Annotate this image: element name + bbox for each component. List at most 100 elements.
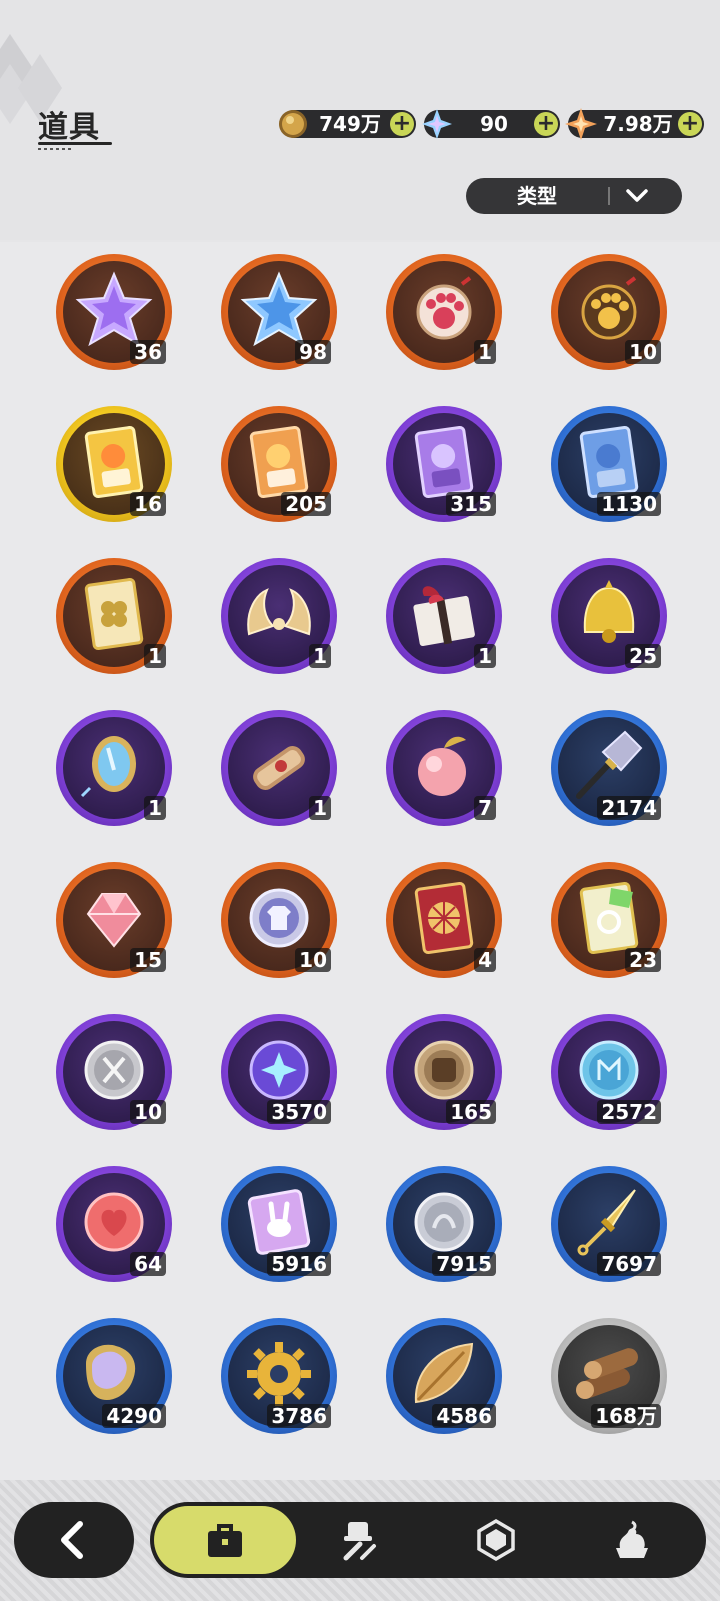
currency-crystal: 90 + [422,109,560,139]
inventory-item[interactable]: 4290 [56,1318,172,1434]
title-dots [38,148,72,150]
inventory-item[interactable]: 10 [551,254,667,370]
scroll-icon [253,746,305,790]
heart-coin-icon [84,1192,144,1252]
inventory-item[interactable]: 16 [56,406,172,522]
page-title: 道具 [38,110,100,145]
star-gem-icon [565,108,597,140]
item-count: 7915 [432,1252,496,1276]
item-count: 2174 [597,796,661,820]
item-count: 315 [446,492,496,516]
item-count: 64 [130,1252,166,1276]
item-count: 10 [295,948,331,972]
inventory-item[interactable]: 168万 [551,1318,667,1434]
header: 道具 749万 + 90 + 7.98万 + 类型 [0,0,720,240]
add-star-gem-button[interactable]: + [678,112,702,136]
inventory-item[interactable]: 10 [221,862,337,978]
item-count: 10 [625,340,661,364]
inventory-item[interactable]: 1130 [551,406,667,522]
shovel-icon [576,730,643,799]
item-count: 7 [474,796,496,820]
gold-coin-icon [279,110,307,138]
red-paw-charm-icon [416,276,472,340]
item-count: 3570 [267,1100,331,1124]
currency-gold-value: 749万 [319,112,381,136]
inventory-item[interactable]: 1 [221,710,337,826]
inventory-item[interactable]: 36 [56,254,172,370]
purple-character-card-icon [414,425,474,499]
inventory-item[interactable]: 205 [221,406,337,522]
item-count: 23 [625,948,661,972]
type-filter-dropdown[interactable]: 类型 [466,178,682,214]
inventory-item[interactable]: 315 [386,406,502,522]
inventory-item[interactable]: 1 [56,710,172,826]
inventory-item[interactable]: 4586 [386,1318,502,1434]
item-count: 1 [474,644,496,668]
crystal-icon [422,109,452,139]
currency-crystal-value: 90 [480,112,508,136]
orange-character-card-icon [249,425,309,499]
gold-character-card-icon [84,425,144,499]
hexagon-gem-icon[interactable] [474,1518,518,1562]
golden-horns-icon [247,588,311,636]
inventory-item[interactable]: 7 [386,710,502,826]
inventory-item[interactable]: 2572 [551,1014,667,1130]
inventory-item[interactable]: 3786 [221,1318,337,1434]
gift-box-icon [413,586,475,647]
back-button[interactable] [14,1502,134,1578]
item-count: 25 [625,644,661,668]
inventory-item[interactable]: 15 [56,862,172,978]
item-count: 7697 [597,1252,661,1276]
inventory-item[interactable]: 64 [56,1166,172,1282]
item-count: 36 [130,340,166,364]
add-crystal-button[interactable]: + [534,112,558,136]
gear-icon [247,1342,311,1406]
peach-icon [418,736,466,796]
inventory-item[interactable]: 1 [221,558,337,674]
item-count: 205 [281,492,331,516]
inventory-item[interactable]: 4 [386,862,502,978]
inventory-item[interactable]: 1 [386,558,502,674]
silver-coin-icon [414,1192,474,1252]
blue-crystal-star-icon [240,271,318,347]
golden-bell-icon [583,580,635,643]
inventory-item[interactable]: 3570 [221,1014,337,1130]
scissors-coin-icon [84,1040,144,1100]
inventory-item[interactable]: 7915 [386,1166,502,1282]
inventory-item[interactable]: 1 [386,254,502,370]
title-underline [38,142,112,145]
inventory-item[interactable]: 165 [386,1014,502,1130]
outfit-token-icon [249,888,309,948]
rune-coin-icon [579,1040,639,1100]
bag-icon[interactable] [203,1518,247,1562]
item-count: 1 [309,796,331,820]
item-count: 1130 [597,492,661,516]
item-count: 2572 [597,1100,661,1124]
inventory-item[interactable]: 23 [551,862,667,978]
inventory-item[interactable]: 7697 [551,1166,667,1282]
item-count: 16 [130,492,166,516]
item-grid: 36 98 1 10 16 205 315 1130 1 1 1 25 1 1 7 2174 15 10 4 23 10… [0,242,720,1482]
dessert-icon[interactable] [610,1518,654,1562]
inventory-item[interactable]: 1 [56,558,172,674]
item-count: 165 [446,1100,496,1124]
inventory-item[interactable]: 25 [551,558,667,674]
inventory-item[interactable]: 2174 [551,710,667,826]
type-filter-label: 类型 [517,184,557,208]
item-count: 4586 [432,1404,496,1428]
magic-mirror-icon [80,736,136,798]
inventory-item[interactable]: 10 [56,1014,172,1130]
golden-dagger-icon [577,1189,636,1256]
chevron-down-icon [626,189,648,202]
hat-tools-icon[interactable] [338,1518,382,1562]
item-count: 1 [474,340,496,364]
currency-star-gem-value: 7.98万 [603,112,673,136]
wood-logs-icon [576,1348,638,1399]
clover-ticket-icon [84,577,144,651]
inventory-item[interactable]: 5916 [221,1166,337,1282]
currency-star-gem: 7.98万 + [565,108,704,140]
add-gold-button[interactable]: + [390,112,414,136]
item-count: 1 [144,796,166,820]
currency-gold: 749万 + [279,110,416,138]
inventory-item[interactable]: 98 [221,254,337,370]
